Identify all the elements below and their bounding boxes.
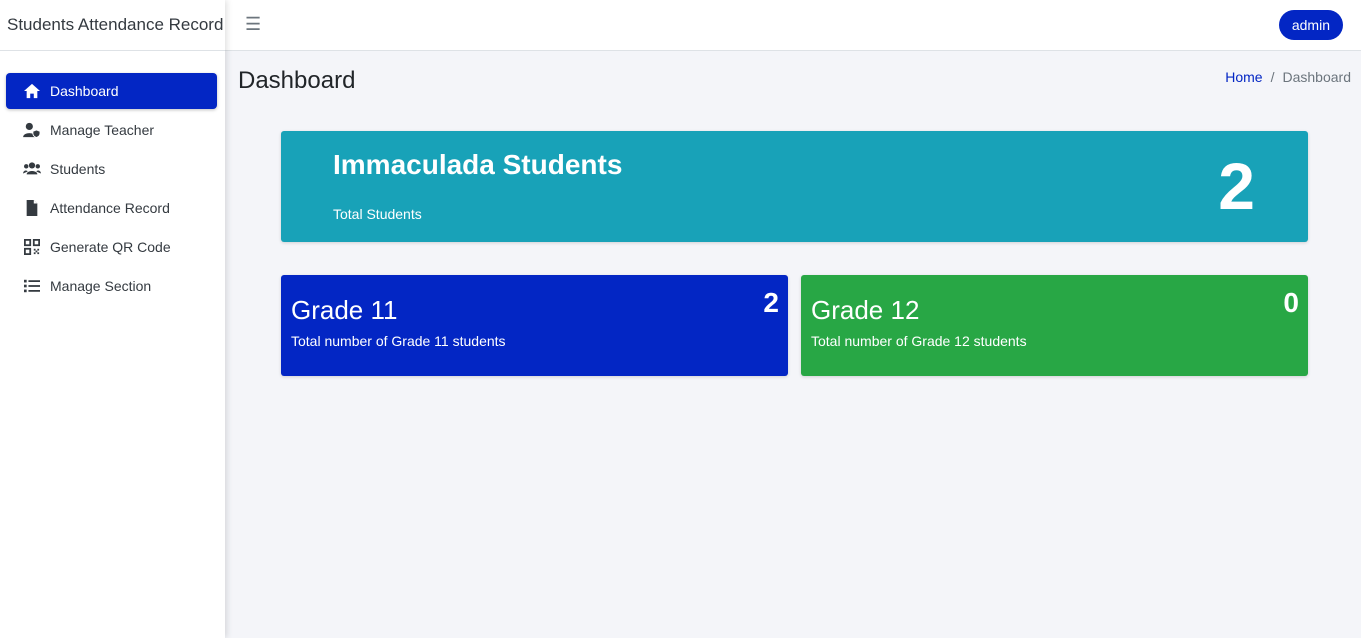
card-count: 0	[1283, 287, 1299, 318]
sidebar-item-manage-section[interactable]: Manage Section	[6, 268, 217, 304]
users-icon	[22, 160, 42, 178]
brand-title[interactable]: Students Attendance Record	[0, 0, 225, 51]
sidebar-nav: Dashboard Manage Teacher Students Attend…	[0, 51, 225, 304]
sidebar: Students Attendance Record Dashboard Man…	[0, 0, 225, 638]
breadcrumb-separator: /	[1270, 69, 1275, 85]
sidebar-item-manage-teacher[interactable]: Manage Teacher	[6, 112, 217, 148]
breadcrumb-home-link[interactable]: Home	[1225, 69, 1262, 85]
breadcrumb-current: Dashboard	[1282, 69, 1352, 85]
sidebar-item-label: Generate QR Code	[50, 239, 171, 255]
file-icon	[22, 199, 42, 217]
summary-subtitle: Total Students	[333, 206, 422, 222]
sidebar-item-label: Manage Teacher	[50, 122, 155, 138]
sidebar-item-label: Students	[50, 161, 106, 177]
summary-count: 2	[1218, 149, 1255, 223]
list-icon	[22, 277, 42, 295]
sidebar-item-students[interactable]: Students	[6, 151, 217, 187]
total-students-card: Immaculada Students Total Students 2	[281, 131, 1308, 242]
card-title: Grade 11	[291, 295, 398, 325]
sidebar-item-label: Manage Section	[50, 278, 152, 294]
user-shield-icon	[22, 121, 42, 139]
grade-11-card: Grade 11 Total number of Grade 11 studen…	[281, 275, 788, 376]
sidebar-item-generate-qr-code[interactable]: Generate QR Code	[6, 229, 217, 265]
sidebar-item-dashboard[interactable]: Dashboard	[6, 73, 217, 109]
main-content: Dashboard Home / Dashboard Immaculada St…	[225, 51, 1361, 638]
user-menu-button[interactable]: admin	[1278, 10, 1343, 40]
card-subtitle: Total number of Grade 11 students	[291, 333, 506, 349]
hamburger-icon[interactable]: ☰	[245, 15, 261, 33]
grade-12-card: Grade 12 Total number of Grade 12 studen…	[801, 275, 1308, 376]
card-count: 2	[763, 287, 779, 318]
top-navbar: ☰ admin	[225, 0, 1361, 51]
qrcode-icon	[22, 238, 42, 256]
page-title: Dashboard	[238, 67, 356, 94]
summary-title: Immaculada Students	[333, 149, 623, 180]
card-title: Grade 12	[811, 295, 920, 325]
breadcrumb: Home / Dashboard	[1225, 69, 1351, 85]
home-icon	[22, 82, 42, 100]
sidebar-item-attendance-record[interactable]: Attendance Record	[6, 190, 217, 226]
sidebar-item-label: Dashboard	[50, 83, 119, 99]
card-subtitle: Total number of Grade 12 students	[811, 333, 1027, 349]
sidebar-item-label: Attendance Record	[50, 200, 170, 216]
